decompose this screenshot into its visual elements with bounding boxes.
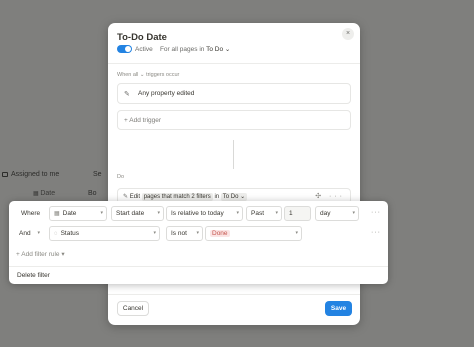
background-date-column: ▦ Date (33, 190, 56, 197)
property-select-status[interactable]: ◌ Status ▾ (49, 226, 160, 241)
do-label: Do (117, 174, 125, 180)
chevron-down-icon: ▾ (37, 230, 40, 236)
chevron-down-icon: ▾ (236, 210, 239, 216)
background-search-fragment: Se (93, 171, 102, 178)
pencil-icon: ✎ (123, 193, 129, 200)
chevron-down-icon: ▾ (295, 230, 298, 236)
db-chip[interactable]: To Do ⌄ (220, 192, 248, 201)
scope-prefix: For all pages in (159, 46, 205, 53)
trigger-section-label[interactable]: When all ⌄ triggers occur (117, 72, 179, 78)
amount-input[interactable]: 1 (284, 206, 311, 221)
trigger-label: Any property edited (138, 90, 195, 97)
active-toggle[interactable] (117, 45, 132, 53)
popover-divider (9, 266, 388, 267)
status-operator-select[interactable]: Is not ▾ (166, 226, 203, 241)
add-filter-rule-button[interactable]: + Add filter rule ▾ (16, 250, 65, 258)
scope-db-dropdown[interactable]: To Do ⌄ (206, 46, 230, 53)
status-line: Active For all pages in To Do ⌄ (135, 45, 230, 53)
chevron-down-icon: ▾ (275, 210, 278, 216)
unit-select[interactable]: day ▾ (315, 206, 359, 221)
chevron-down-icon: ▾ (352, 210, 355, 216)
date-part-select[interactable]: Start date ▾ (111, 206, 164, 221)
edit-label: Edit (129, 193, 141, 200)
where-label: Where (21, 210, 41, 217)
operator-select[interactable]: Is relative to today ▾ (166, 206, 243, 221)
background-assigned-filter: Assigned to me (2, 171, 59, 178)
add-trigger-button[interactable]: + Add trigger (117, 110, 351, 130)
done-tag: Done (210, 230, 230, 237)
close-icon[interactable]: × (342, 28, 354, 40)
row-more-icon[interactable]: ··· (371, 209, 381, 216)
chevron-down-icon: ▾ (157, 210, 160, 216)
flow-connector (233, 140, 234, 169)
status-icon: ◌ (54, 231, 58, 237)
row-more-icon[interactable]: ··· (371, 229, 381, 236)
assigned-label: Assigned to me (11, 171, 60, 178)
filter-icon (2, 172, 8, 177)
save-button[interactable]: Save (325, 301, 352, 316)
active-label: Active (135, 46, 153, 53)
chevron-down-icon: ▾ (100, 210, 103, 216)
conjunction-select[interactable]: And ▾ (14, 226, 44, 241)
modal-title: To-Do Date (117, 32, 167, 43)
chevron-down-icon: ▾ (153, 230, 156, 236)
pencil-icon: ✎ (124, 91, 130, 98)
property-select-date[interactable]: ▦ Date ▾ (49, 206, 107, 221)
chevron-down-icon: ▾ (196, 230, 199, 236)
calendar-icon: ▦ (54, 211, 60, 217)
action-controls[interactable]: ✣ ··· (315, 192, 345, 200)
footer-divider (108, 294, 360, 295)
status-value-select[interactable]: Done ▾ (205, 226, 302, 241)
add-trigger-label: + Add trigger (124, 117, 162, 124)
in-label: in (214, 193, 220, 200)
filter-chip[interactable]: pages that match 2 filters (141, 192, 213, 201)
trigger-card[interactable]: ✎ Any property edited (117, 83, 351, 104)
cancel-button[interactable]: Cancel (117, 301, 149, 316)
header-divider (108, 63, 360, 64)
direction-select[interactable]: Past ▾ (246, 206, 282, 221)
background-column-fragment: Bo (88, 190, 97, 197)
delete-filter-button[interactable]: Delete filter (17, 272, 50, 279)
chevron-down-icon: ▾ (59, 251, 65, 258)
filter-popover: Where ▦ Date ▾ Start date ▾ Is relative to … (9, 201, 388, 284)
